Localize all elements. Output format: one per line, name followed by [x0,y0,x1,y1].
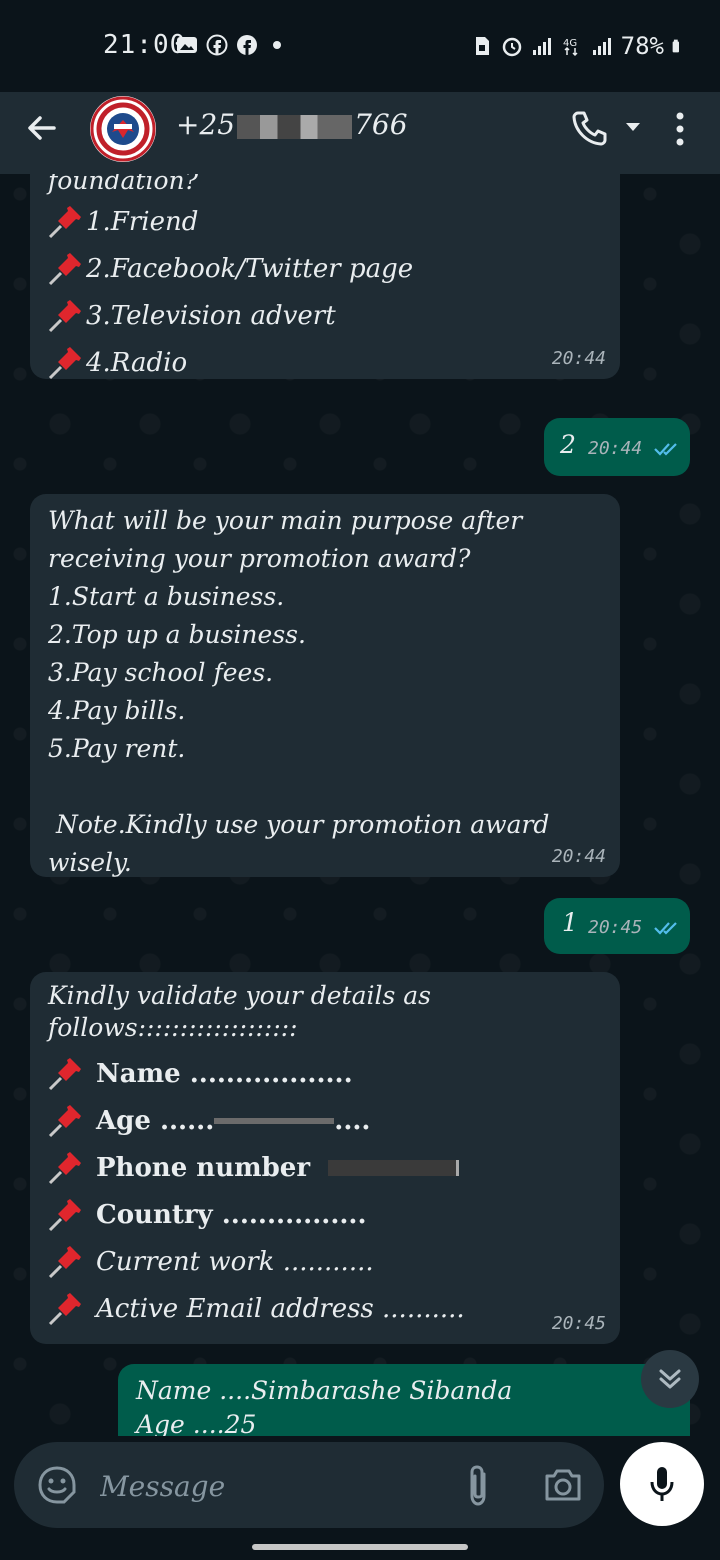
pushpin-icon [48,299,81,332]
system-navigation-bar [0,1530,720,1560]
home-handle[interactable] [252,1544,468,1550]
pushpin-icon [48,205,81,238]
message-text: Name ....Simbarashe Sibanda Age ....25 [136,1376,513,1436]
status-time: 21:00 [103,30,187,60]
contact-name-suffix: 766 [354,108,408,141]
incoming-message[interactable]: What will be your main purpose after rec… [30,494,620,877]
facebook-icon [237,35,257,55]
redacted-value [214,1117,335,1124]
battery-percent: 78% [620,32,664,60]
sim-icon [475,37,489,55]
pushpin-icon [48,1198,81,1231]
svg-text:4G: 4G [563,38,577,49]
status-bar: 21:00 4G 78% [0,0,720,92]
message-time: 20:44 [551,846,606,867]
signal-icon [532,38,551,55]
scroll-to-bottom-button[interactable] [641,1350,699,1408]
message-text: 2 [560,430,576,459]
double-chevron-down-icon [659,1369,681,1389]
camera-icon[interactable] [542,1464,584,1506]
outgoing-message[interactable]: 1 20:45 [544,898,690,954]
dot-icon [273,41,281,49]
incoming-message[interactable]: Kindly validate your details as follows:… [30,972,620,1344]
list-item: Age .......... [46,1097,465,1144]
pushpin-icon [48,1292,81,1325]
pushpin-icon [48,252,81,285]
pushpin-icon [48,1057,81,1090]
message-time: 20:45 [551,1313,606,1334]
voice-message-button[interactable] [620,1442,704,1526]
contact-name[interactable]: +25 766 [176,108,408,141]
outgoing-message[interactable]: Name ....Simbarashe Sibanda Age ....25 [118,1364,690,1436]
redacted-value [328,1159,460,1176]
chat-area[interactable]: foundation? 1.Friend 2.Facebook/Twitter … [0,174,720,1436]
redacted-digits [237,114,353,139]
message-composer [14,1442,604,1528]
battery-icon [672,39,679,53]
4g-icon: 4G [563,38,578,57]
list-item: Phone number [46,1144,465,1191]
paperclip-icon[interactable] [462,1462,494,1508]
list-item: Current work ........... [46,1238,465,1285]
message-text: What will be your main purpose after rec… [48,506,550,877]
signal-icon [592,38,611,55]
pushpin-icon [48,1151,81,1184]
microphone-icon [650,1467,674,1501]
incoming-message[interactable]: foundation? 1.Friend 2.Facebook/Twitter … [30,174,620,379]
list-item: Country ................ [46,1191,465,1238]
list-item: 3.Television advert [46,292,413,339]
facebook-icon [206,34,228,56]
message-input[interactable] [98,1462,442,1510]
read-receipt-icon [654,922,677,935]
more-options-icon[interactable] [670,108,690,150]
message-text: Kindly validate your details as follows:… [48,981,431,1042]
chevron-down-icon[interactable] [624,120,642,134]
message-text: 1 [562,908,578,937]
message-time: 20:45 [588,917,683,938]
message-time: 20:44 [588,438,683,459]
outgoing-message[interactable]: 2 20:44 [544,418,690,476]
back-arrow-icon[interactable] [24,110,60,146]
foundation-logo-icon [90,96,156,162]
alarm-icon [502,37,521,57]
sticker-emoji-icon[interactable] [36,1464,78,1506]
list-item: 2.Facebook/Twitter page [46,245,413,292]
list-item: 1.Friend [46,198,413,245]
message-time: 20:44 [551,348,606,369]
message-text: foundation? [48,174,199,195]
notification-icons [176,34,288,56]
status-right: 4G 78% [471,32,686,60]
contact-name-prefix: +25 [176,108,236,141]
voice-call-icon[interactable] [570,108,610,148]
pushpin-icon [48,1245,81,1278]
list-item: Active Email address .......... [46,1285,465,1332]
read-receipt-icon [654,443,677,456]
list-item: Name .................. [46,1050,465,1097]
option-list: 1.Friend 2.Facebook/Twitter page 3.Telev… [46,198,413,386]
avatar[interactable] [90,96,156,162]
details-list: Name .................. Age .......... P… [46,1050,465,1332]
list-item: 4.Radio [46,339,413,386]
pushpin-icon [48,1104,81,1137]
pushpin-icon [48,346,81,379]
chat-header: +25 766 [0,92,720,174]
gallery-icon [177,37,197,53]
